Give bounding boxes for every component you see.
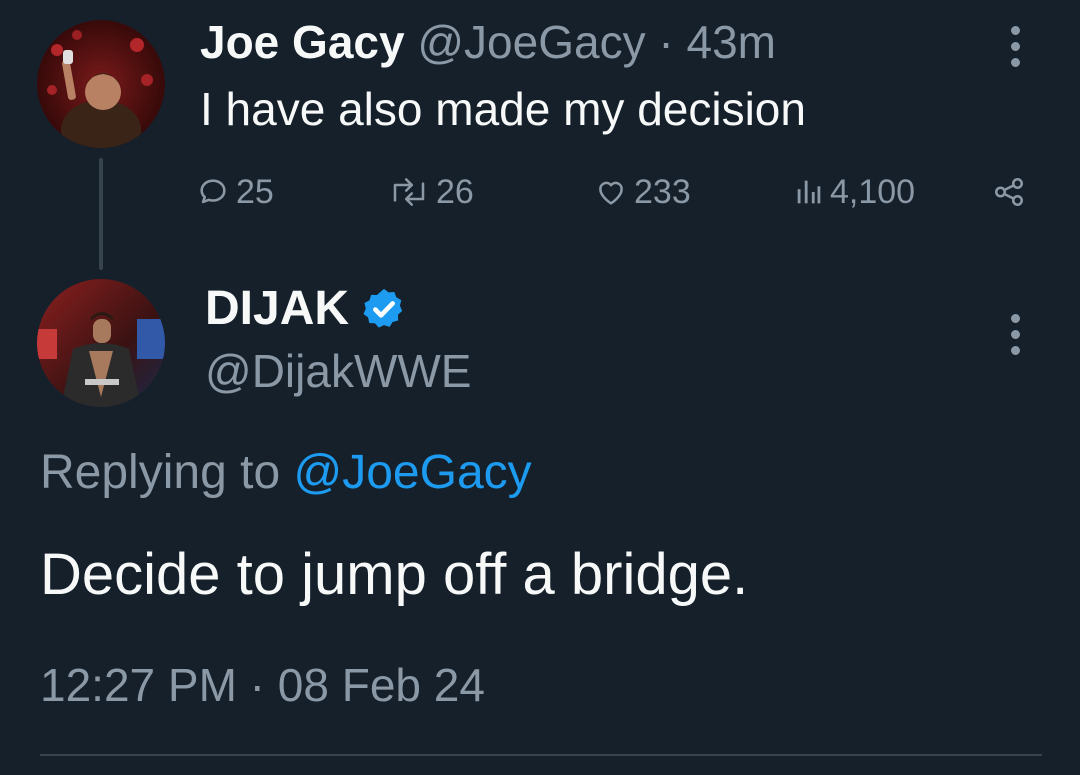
thread-connector-line bbox=[99, 158, 103, 270]
dijak-avatar[interactable] bbox=[37, 279, 165, 407]
tweet-thread: Joe Gacy @JoeGacy · 43m I have also made… bbox=[0, 0, 1080, 775]
divider bbox=[40, 754, 1042, 756]
retweet-icon bbox=[393, 178, 425, 206]
reply-tweet-text: Decide to jump off a bridge. bbox=[40, 542, 749, 607]
retweet-button[interactable]: 26 bbox=[388, 168, 474, 216]
replying-to-line: Replying to @JoeGacy bbox=[40, 443, 532, 503]
reply-author-name[interactable]: DIJAK bbox=[205, 280, 349, 338]
parent-author-name[interactable]: Joe Gacy bbox=[200, 16, 405, 68]
like-icon bbox=[599, 181, 623, 205]
verified-badge-icon[interactable] bbox=[361, 286, 407, 332]
views-button[interactable]: 4,100 bbox=[794, 168, 915, 216]
retweet-count: 26 bbox=[436, 172, 474, 211]
header-separator: · bbox=[658, 16, 674, 68]
parent-action-bar: 25 26 233 4,100 bbox=[196, 168, 1036, 216]
views-count: 4,100 bbox=[830, 172, 916, 211]
like-button[interactable]: 233 bbox=[594, 168, 691, 216]
like-count: 233 bbox=[634, 172, 691, 211]
parent-time-ago[interactable]: 43m bbox=[686, 16, 775, 68]
reply-author-handle[interactable]: @DijakWWE bbox=[205, 342, 471, 400]
reply-more-icon[interactable] bbox=[1008, 314, 1022, 355]
reply-icon bbox=[200, 179, 226, 204]
joe-gacy-avatar[interactable] bbox=[37, 20, 165, 148]
reply-button[interactable]: 25 bbox=[196, 168, 274, 216]
parent-tweet-text: I have also made my decision bbox=[200, 83, 806, 135]
views-icon bbox=[797, 180, 821, 204]
parent-more-icon[interactable] bbox=[1008, 26, 1022, 67]
reply-count: 25 bbox=[236, 172, 274, 211]
share-button[interactable] bbox=[992, 168, 1026, 216]
replying-to-label: Replying to bbox=[40, 446, 281, 499]
parent-author-handle[interactable]: @JoeGacy bbox=[417, 16, 645, 68]
reply-author-header: DIJAK bbox=[205, 280, 407, 338]
share-icon bbox=[994, 177, 1024, 207]
reply-timestamp[interactable]: 12:27 PM · 08 Feb 24 bbox=[40, 656, 485, 714]
parent-tweet-header: Joe Gacy @JoeGacy · 43m bbox=[200, 14, 776, 70]
replying-to-mention[interactable]: @JoeGacy bbox=[293, 446, 531, 499]
